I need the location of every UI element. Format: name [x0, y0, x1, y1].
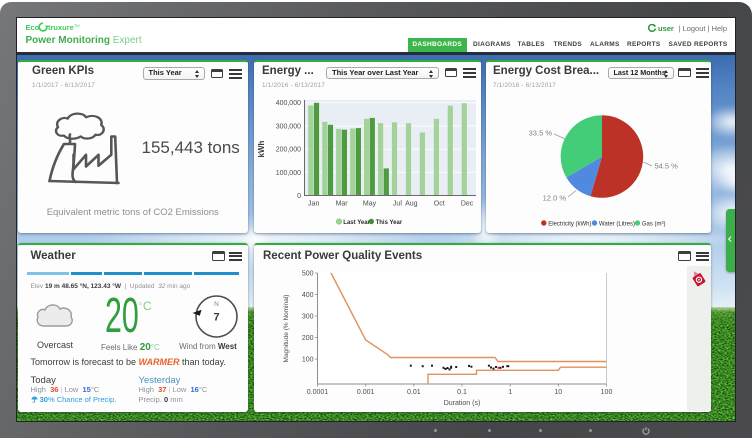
svg-text:kWh: kWh — [257, 140, 266, 157]
svg-text:Dec: Dec — [461, 200, 474, 207]
svg-text:100: 100 — [601, 389, 613, 396]
svg-text:Gas (m³): Gas (m³) — [642, 221, 666, 227]
svg-text:300,000: 300,000 — [276, 123, 301, 130]
svg-text:0.001: 0.001 — [357, 389, 375, 396]
svg-text:0.1: 0.1 — [457, 389, 467, 396]
svg-text:Jul: Jul — [393, 200, 402, 207]
svg-text:7: 7 — [213, 311, 219, 323]
svg-text:Last Year: Last Year — [343, 219, 370, 225]
svg-text:200: 200 — [302, 335, 314, 342]
svg-text:0: 0 — [297, 193, 301, 200]
svg-text:400,000: 400,000 — [276, 100, 301, 107]
svg-text:100,000: 100,000 — [276, 169, 301, 176]
svg-text:54.5 %: 54.5 % — [655, 161, 679, 170]
svg-text:May: May — [363, 200, 377, 207]
svg-text:0.0001: 0.0001 — [307, 389, 329, 396]
svg-text:N: N — [214, 301, 219, 308]
svg-text:33.5 %: 33.5 % — [529, 128, 553, 137]
svg-text:Magnitude (% Nominal): Magnitude (% Nominal) — [283, 294, 290, 362]
svg-text:400: 400 — [302, 292, 314, 299]
svg-text:0.01: 0.01 — [407, 389, 421, 396]
svg-text:Water (Litres): Water (Litres) — [599, 221, 635, 227]
svg-text:Oct: Oct — [434, 200, 445, 207]
svg-text:100: 100 — [302, 356, 314, 363]
svg-text:Duration (s): Duration (s) — [444, 400, 481, 407]
svg-text:This Year: This Year — [376, 219, 403, 225]
svg-text:12.0 %: 12.0 % — [543, 193, 567, 202]
svg-text:Aug: Aug — [405, 200, 418, 207]
svg-text:500: 500 — [302, 270, 314, 277]
svg-text:Jan: Jan — [308, 200, 319, 207]
svg-text:10: 10 — [554, 389, 562, 396]
svg-text:1: 1 — [508, 389, 512, 396]
svg-text:Electricity (kWh): Electricity (kWh) — [548, 221, 591, 227]
svg-text:300: 300 — [302, 313, 314, 320]
svg-text:200,000: 200,000 — [276, 146, 301, 153]
svg-text:Mar: Mar — [336, 200, 349, 207]
